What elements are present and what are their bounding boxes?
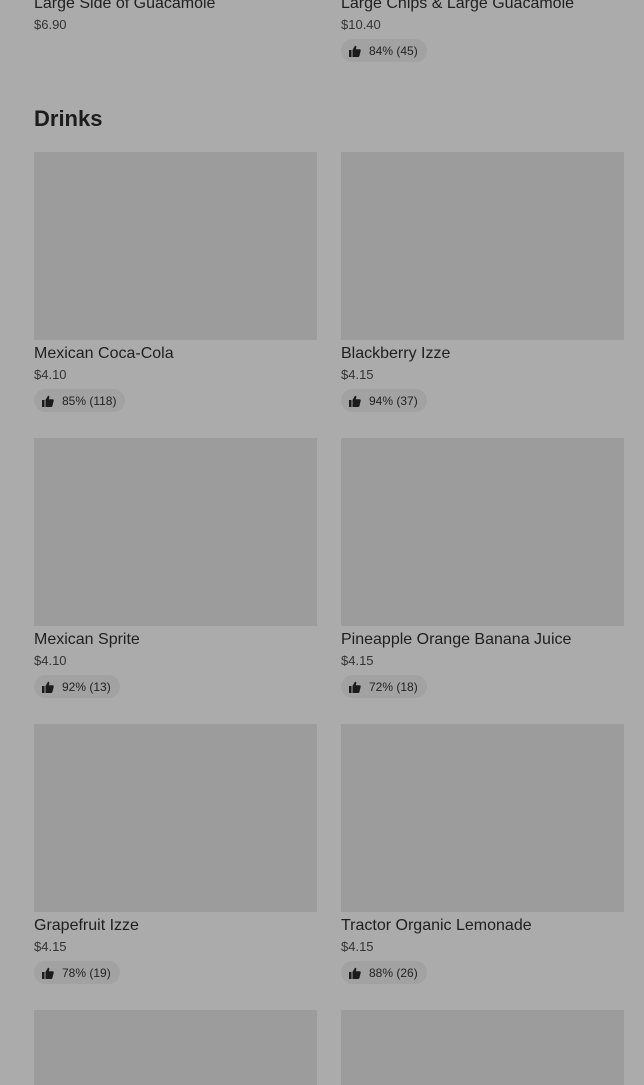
item-name: Large Side of Guacamole <box>34 0 216 12</box>
rating-text: 84% (45) <box>369 43 418 58</box>
item-price: $4.10 <box>34 653 67 668</box>
rating-text: 94% (37) <box>369 393 418 408</box>
item-image-placeholder <box>34 152 317 340</box>
item-image-placeholder <box>341 724 624 912</box>
menu-item-card-partial[interactable] <box>341 1010 624 1085</box>
menu-item-card[interactable]: Mexican Sprite $4.10 92% (13) <box>34 438 317 698</box>
rating-badge: 78% (19) <box>34 961 120 984</box>
rating-text: 78% (19) <box>62 965 111 980</box>
item-image-placeholder <box>341 152 624 340</box>
top-item-right[interactable]: Large Chips & Large Guacamole $10.40 84%… <box>341 0 624 62</box>
section-title: Drinks <box>34 106 103 131</box>
item-price: $4.10 <box>34 367 67 382</box>
rating-badge: 94% (37) <box>341 389 427 412</box>
item-image-placeholder <box>34 1010 317 1085</box>
rating-badge: 85% (118) <box>34 389 126 412</box>
top-item-left[interactable]: Large Side of Guacamole $6.90 <box>34 0 317 33</box>
rating-text: 92% (13) <box>62 679 111 694</box>
item-name: Mexican Sprite <box>34 631 140 648</box>
item-image-placeholder <box>341 1010 624 1085</box>
item-name: Large Chips & Large Guacamole <box>341 0 575 12</box>
item-image-placeholder <box>341 438 624 626</box>
item-price: $4.15 <box>34 939 67 954</box>
item-price: $6.90 <box>34 17 67 32</box>
menu-item-card[interactable]: Grapefruit Izze $4.15 78% (19) <box>34 724 317 984</box>
item-price: $4.15 <box>341 367 374 382</box>
rating-badge: 88% (26) <box>341 961 427 984</box>
item-price: $4.15 <box>341 939 374 954</box>
thumbs-up-icon <box>349 45 361 57</box>
rating-badge: 92% (13) <box>34 675 120 698</box>
rating-badge: 72% (18) <box>341 675 427 698</box>
rating-text: 72% (18) <box>369 679 418 694</box>
item-price: $4.15 <box>341 653 374 668</box>
item-price: $10.40 <box>341 17 381 32</box>
menu-item-card[interactable]: Blackberry Izze $4.15 94% (37) <box>341 152 624 412</box>
rating-text: 85% (118) <box>62 393 117 408</box>
menu-item-card[interactable]: Mexican Coca-Cola $4.10 85% (118) <box>34 152 317 412</box>
item-image-placeholder <box>34 724 317 912</box>
item-name: Tractor Organic Lemonade <box>341 917 532 934</box>
item-name: Pineapple Orange Banana Juice <box>341 631 572 648</box>
thumbs-up-icon <box>42 967 54 979</box>
menu-page: Large Side of Guacamole $6.90 Large Chip… <box>0 0 644 1085</box>
menu-item-card[interactable]: Tractor Organic Lemonade $4.15 88% (26) <box>341 724 624 984</box>
item-name: Blackberry Izze <box>341 345 451 362</box>
menu-item-card[interactable]: Pineapple Orange Banana Juice $4.15 72% … <box>341 438 624 698</box>
rating-badge: 84% (45) <box>341 39 427 62</box>
item-image-placeholder <box>34 438 317 626</box>
rating-text: 88% (26) <box>369 965 418 980</box>
item-name: Grapefruit Izze <box>34 917 139 934</box>
menu-item-card-partial[interactable] <box>34 1010 317 1085</box>
thumbs-up-icon <box>349 395 361 407</box>
thumbs-up-icon <box>42 681 54 693</box>
thumbs-up-icon <box>349 967 361 979</box>
thumbs-up-icon <box>42 395 54 407</box>
item-name: Mexican Coca-Cola <box>34 345 174 362</box>
thumbs-up-icon <box>349 681 361 693</box>
